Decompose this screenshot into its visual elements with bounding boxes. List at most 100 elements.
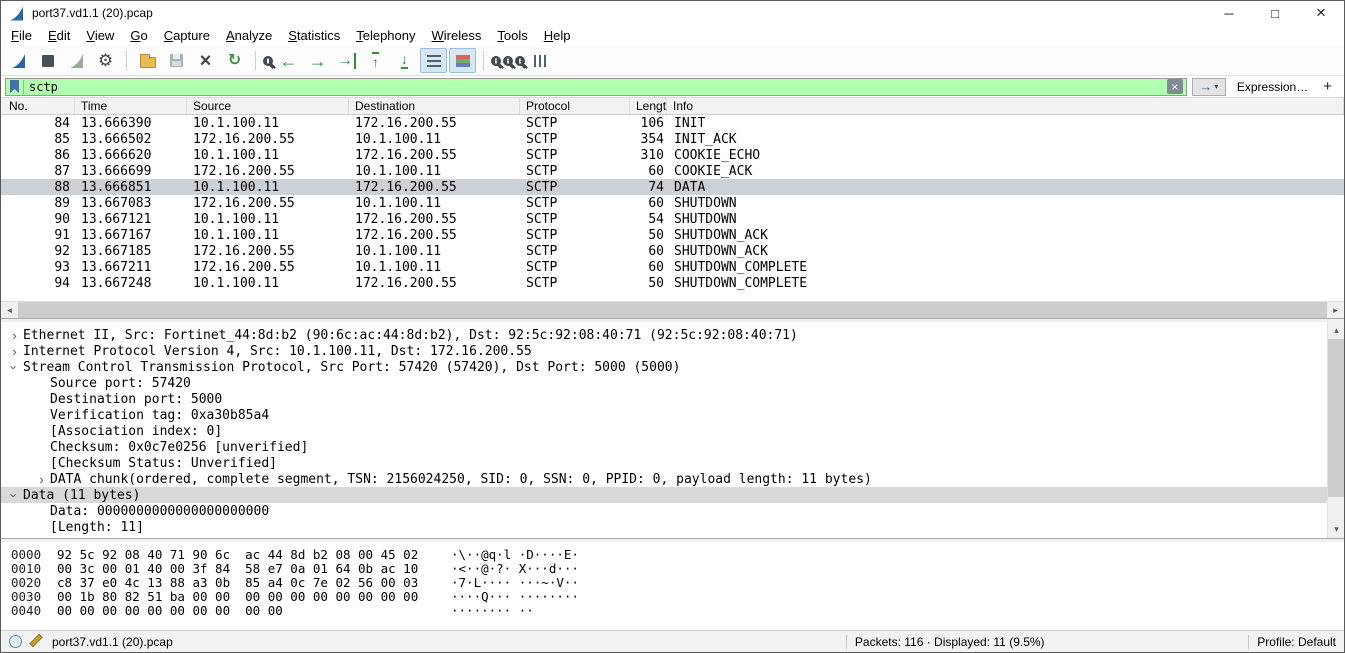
hex-row[interactable]: 004000 00 00 00 00 00 00 00 00 00·······…	[1, 604, 1344, 618]
horizontal-scrollbar[interactable]: ◂ ▸	[1, 301, 1344, 318]
hex-ascii[interactable]: ·\··@q·l ·D····E·	[437, 548, 579, 562]
auto-scroll-icon[interactable]	[420, 48, 447, 73]
go-to-last-packet-icon[interactable]	[391, 48, 418, 73]
detail-row[interactable]: Source port: 57420	[1, 375, 1327, 391]
vertical-scrollbar[interactable]: ▴ ▾	[1327, 322, 1344, 538]
menu-analyze[interactable]: Analyze	[218, 26, 280, 45]
expand-arrow-icon[interactable]	[6, 344, 23, 359]
column-header[interactable]: Info	[667, 98, 1344, 114]
zoom-100-icon[interactable]	[515, 56, 525, 66]
menu-capture[interactable]: Capture	[156, 26, 218, 45]
horizontal-scroll-thumb[interactable]	[18, 302, 1327, 318]
maximize-button[interactable]: □	[1252, 1, 1298, 25]
apply-filter-button[interactable]: → ▾	[1192, 78, 1226, 96]
detail-row[interactable]: [Length: 11]	[1, 519, 1327, 535]
go-forward-icon[interactable]	[304, 48, 331, 73]
expression-button[interactable]: Expression…	[1231, 80, 1314, 94]
hex-row[interactable]: 000092 5c 92 08 40 71 90 6c ac 44 8d b2 …	[1, 548, 1344, 562]
expand-arrow-icon[interactable]	[6, 328, 23, 343]
reload-file-icon[interactable]	[221, 48, 248, 73]
find-packet-icon[interactable]	[263, 56, 273, 66]
detail-row[interactable]: [Association index: 0]	[1, 423, 1327, 439]
packet-row[interactable]: 9413.66724810.1.100.11172.16.200.55SCTP5…	[1, 275, 1344, 291]
menu-wireless[interactable]: Wireless	[424, 26, 490, 45]
packet-row[interactable]: 8713.666699172.16.200.5510.1.100.11SCTP6…	[1, 163, 1344, 179]
menu-edit[interactable]: Edit	[40, 26, 78, 45]
hex-bytes[interactable]: 00 1b 80 82 51 ba 00 00 00 00 00 00 00 0…	[57, 590, 437, 604]
zoom-out-icon[interactable]	[503, 56, 513, 66]
hex-ascii[interactable]: ·7·L···· ···~·V··	[437, 576, 579, 590]
scroll-down-icon[interactable]: ▾	[1328, 521, 1345, 538]
column-header[interactable]: Destination	[349, 98, 520, 114]
detail-row[interactable]: [Checksum Status: Unverified]	[1, 455, 1327, 471]
column-header[interactable]: No.	[1, 98, 75, 114]
filter-dropdown-icon[interactable]: ▾	[1214, 82, 1218, 91]
hex-ascii[interactable]: ····Q··· ········	[437, 590, 579, 604]
hex-row[interactable]: 003000 1b 80 82 51 ba 00 00 00 00 00 00 …	[1, 590, 1344, 604]
hex-bytes[interactable]: 92 5c 92 08 40 71 90 6c ac 44 8d b2 08 0…	[57, 548, 437, 562]
menu-help[interactable]: Help	[536, 26, 579, 45]
packet-row[interactable]: 9013.66712110.1.100.11172.16.200.55SCTP5…	[1, 211, 1344, 227]
detail-row[interactable]: Ethernet II, Src: Fortinet_44:8d:b2 (90:…	[1, 327, 1327, 343]
scroll-up-icon[interactable]: ▴	[1328, 322, 1345, 339]
vertical-scroll-thumb[interactable]	[1328, 339, 1344, 497]
filter-bookmark-icon[interactable]	[10, 80, 19, 93]
detail-row[interactable]: Data (11 bytes)	[1, 487, 1327, 503]
hex-ascii[interactable]: ········ ··	[437, 604, 534, 618]
detail-row[interactable]: Internet Protocol Version 4, Src: 10.1.1…	[1, 343, 1327, 359]
save-file-icon[interactable]	[163, 48, 190, 73]
go-to-packet-icon[interactable]	[333, 48, 360, 73]
menu-view[interactable]: View	[78, 26, 122, 45]
capture-options-icon[interactable]	[92, 48, 119, 73]
stop-capture-icon[interactable]	[34, 48, 61, 73]
scroll-left-icon[interactable]: ◂	[1, 302, 18, 319]
expert-info-icon[interactable]	[9, 635, 22, 648]
add-filter-button[interactable]: +	[1319, 78, 1340, 95]
packet-row[interactable]: 8913.667083172.16.200.5510.1.100.11SCTP6…	[1, 195, 1344, 211]
column-header[interactable]: Source	[187, 98, 349, 114]
hex-row[interactable]: 001000 3c 00 01 40 00 3f 84 58 e7 0a 01 …	[1, 562, 1344, 576]
restart-capture-icon[interactable]	[63, 48, 90, 73]
status-profile[interactable]: Profile: Default	[1257, 635, 1336, 649]
filter-text[interactable]: sctp	[24, 80, 1167, 94]
expand-arrow-icon[interactable]	[6, 488, 23, 503]
hex-row[interactable]: 0020c8 37 e0 4c 13 88 a3 0b 85 a4 0c 7e …	[1, 576, 1344, 590]
menu-go[interactable]: Go	[122, 26, 155, 45]
clear-filter-icon[interactable]: ×	[1167, 79, 1183, 94]
hex-bytes[interactable]: 00 3c 00 01 40 00 3f 84 58 e7 0a 01 64 0…	[57, 562, 437, 576]
expand-arrow-icon[interactable]	[33, 472, 50, 487]
zoom-in-icon[interactable]	[491, 56, 501, 66]
go-back-icon[interactable]	[275, 48, 302, 73]
packet-row[interactable]: 9313.667211172.16.200.5510.1.100.11SCTP6…	[1, 259, 1344, 275]
scroll-track[interactable]	[1328, 497, 1344, 521]
menu-file[interactable]: File	[3, 26, 40, 45]
close-button[interactable]: ×	[1298, 1, 1344, 25]
detail-row[interactable]: Data: 0000000000000000000000	[1, 503, 1327, 519]
close-file-icon[interactable]	[192, 48, 219, 73]
display-filter-input[interactable]: sctp ×	[5, 78, 1187, 96]
start-capture-icon[interactable]	[5, 48, 32, 73]
column-header[interactable]: Protocol	[520, 98, 630, 114]
detail-row[interactable]: DATA chunk(ordered, complete segment, TS…	[1, 471, 1327, 487]
packet-row[interactable]: 8613.66662010.1.100.11172.16.200.55SCTP3…	[1, 147, 1344, 163]
detail-row[interactable]: Stream Control Transmission Protocol, Sr…	[1, 359, 1327, 375]
colorize-packets-icon[interactable]	[449, 48, 476, 73]
capture-comment-icon[interactable]	[30, 635, 44, 648]
column-header[interactable]: Time	[75, 98, 187, 114]
detail-row[interactable]: Verification tag: 0xa30b85a4	[1, 407, 1327, 423]
go-to-first-packet-icon[interactable]	[362, 48, 389, 73]
detail-row[interactable]: Destination port: 5000	[1, 391, 1327, 407]
packet-row[interactable]: 8813.66685110.1.100.11172.16.200.55SCTP7…	[1, 179, 1344, 195]
expand-arrow-icon[interactable]	[6, 360, 23, 375]
hex-ascii[interactable]: ·<··@·?· X···d···	[437, 562, 579, 576]
packet-row[interactable]: 9113.66716710.1.100.11172.16.200.55SCTP5…	[1, 227, 1344, 243]
open-file-icon[interactable]	[134, 48, 161, 73]
menu-tools[interactable]: Tools	[489, 26, 535, 45]
detail-row[interactable]: Checksum: 0x0c7e0256 [unverified]	[1, 439, 1327, 455]
resize-columns-icon[interactable]	[527, 48, 554, 73]
hex-bytes[interactable]: 00 00 00 00 00 00 00 00 00 00	[57, 604, 437, 618]
hex-bytes[interactable]: c8 37 e0 4c 13 88 a3 0b 85 a4 0c 7e 02 5…	[57, 576, 437, 590]
packet-row[interactable]: 8513.666502172.16.200.5510.1.100.11SCTP3…	[1, 131, 1344, 147]
column-header[interactable]: Length	[630, 98, 667, 114]
packet-row[interactable]: 9213.667185172.16.200.5510.1.100.11SCTP6…	[1, 243, 1344, 259]
